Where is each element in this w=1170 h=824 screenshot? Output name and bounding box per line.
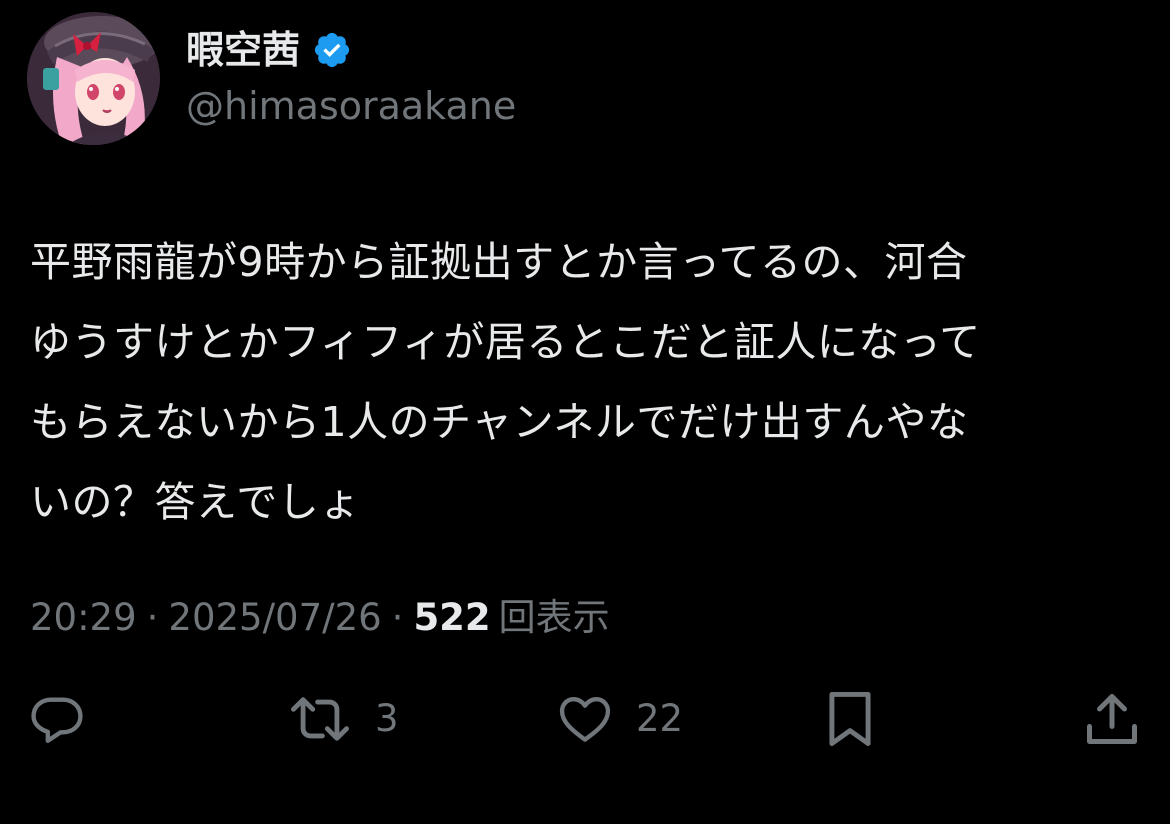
author-name-row[interactable]: 暇空茜 [186, 26, 352, 74]
like-button[interactable]: 22 [556, 686, 683, 752]
tweet-meta: 20:29 · 2025/07/26 · 522 回表示 [30, 594, 610, 642]
reply-button[interactable] [28, 686, 108, 752]
reply-icon [31, 697, 83, 743]
author-handle[interactable]: @himasoraakane [186, 80, 516, 132]
tweet-detail: 暇空茜 @himasoraakane 平野雨龍が9時から証拠出すとか言ってるの、… [0, 0, 1170, 824]
retweet-icon [290, 697, 349, 741]
bookmark-icon [829, 692, 871, 746]
meta-separator: · [391, 596, 404, 639]
bookmark-button[interactable] [824, 686, 876, 752]
heart-icon [559, 697, 611, 742]
like-count: 22 [636, 697, 684, 740]
views-count[interactable]: 522 [413, 594, 490, 642]
tweet-text: 平野雨龍が9時から証拠出すとか言ってるの、河合 ゆうすけとかフィフィが居るとこだ… [30, 238, 981, 526]
retweet-button[interactable]: 3 [287, 686, 399, 752]
share-icon [1087, 694, 1137, 744]
verified-badge-icon [314, 32, 350, 68]
avatar-illustration [27, 12, 160, 145]
retweet-count: 3 [375, 697, 399, 740]
views-label: 回表示 [498, 596, 610, 639]
meta-separator: · [146, 596, 159, 639]
avatar[interactable] [27, 12, 160, 145]
action-bar: 3 22 [0, 686, 1170, 752]
tweet-time[interactable]: 20:29 [30, 594, 137, 642]
share-button[interactable] [1084, 686, 1140, 752]
display-name[interactable]: 暇空茜 [186, 26, 300, 74]
tweet-date[interactable]: 2025/07/26 [168, 594, 381, 642]
